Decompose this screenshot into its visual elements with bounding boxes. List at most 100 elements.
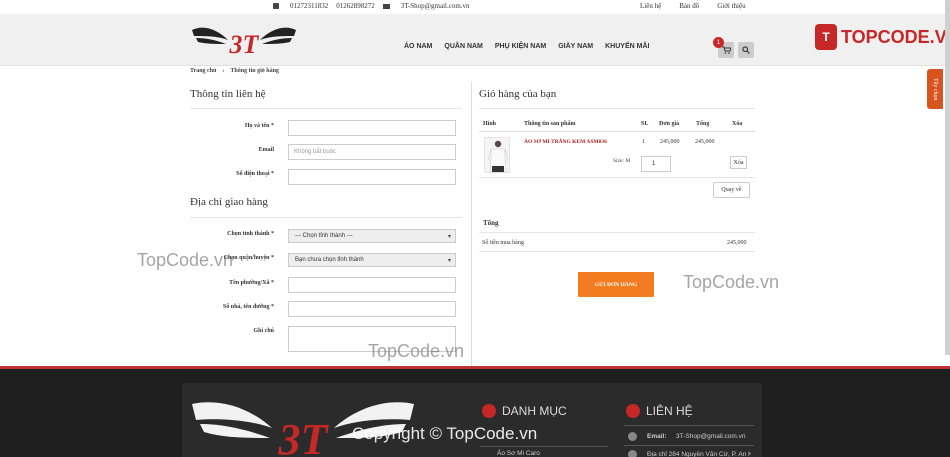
col-remove: Xóa <box>732 121 743 127</box>
back-button[interactable]: Quay về <box>713 182 750 198</box>
nav-giay-nam[interactable]: GIÀY NAM <box>558 43 593 50</box>
mail-icon <box>382 3 390 9</box>
remove-item-button[interactable]: Xóa <box>730 156 747 169</box>
header: 3T ÁO NAM QUẦN NAM PHỤ KIỆN NAM GIÀY NAM… <box>0 14 950 66</box>
phone-label: Số điện thoại * <box>236 171 274 177</box>
city-select-value: --- Chọn tỉnh thành --- <box>295 233 353 239</box>
district-select-value: Bạn chưa chọn tỉnh thành <box>295 257 364 263</box>
divider <box>190 217 462 218</box>
watermark: TopCode.vn <box>368 341 465 361</box>
footer-category-heading: DANH MỤC <box>482 404 567 418</box>
city-select[interactable]: --- Chọn tỉnh thành --- ▾ <box>288 229 456 243</box>
footer-divider <box>624 425 754 426</box>
ward-input[interactable] <box>288 277 456 293</box>
cart-section-title: Giỏ hàng của bạn <box>479 88 557 100</box>
nav-ao-nam[interactable]: ÁO NAM <box>404 43 432 50</box>
name-input[interactable] <box>288 120 456 136</box>
phone-1: 01272311832 <box>290 2 329 10</box>
shirt-model-image <box>487 140 509 173</box>
nav-khuyen-mai[interactable]: KHUYẾN MÃI <box>605 43 649 50</box>
nav-phu-kien-nam[interactable]: PHỤ KIỆN NAM <box>495 43 546 50</box>
contact-section-title: Thông tin liên hệ <box>190 88 266 100</box>
total-label: Số tiền mua hàng <box>482 240 524 246</box>
phone-2: 01262898272 <box>336 2 375 10</box>
footer-category-title: DANH MỤC <box>502 404 567 418</box>
email-label: Email <box>258 147 274 153</box>
logo-text: 3T <box>229 30 260 58</box>
divider <box>479 232 755 233</box>
brand-mark: T <box>815 24 837 50</box>
quantity-input[interactable]: 1 <box>641 156 671 172</box>
breadcrumb-current: Thông tin giỏ hàng <box>230 68 279 74</box>
top-email[interactable]: 3T-Shop@gmail.com.vn <box>401 2 470 10</box>
breadcrumb: Trang chủ › Thông tin giỏ hàng <box>190 68 279 74</box>
col-product-info: Thông tin sản phẩm <box>524 121 576 127</box>
footer-divider <box>480 446 608 447</box>
district-select[interactable]: Bạn chưa chọn tỉnh thành ▾ <box>288 253 456 267</box>
col-qty: SL <box>641 121 649 127</box>
side-tab[interactable]: Tây chọn <box>927 69 943 109</box>
divider <box>479 177 755 178</box>
cart-count-badge: 1 <box>713 37 724 48</box>
nav-quan-nam[interactable]: QUẦN NAM <box>444 43 483 50</box>
breadcrumb-separator: › <box>222 68 225 74</box>
chevron-down-icon: ▾ <box>447 258 451 264</box>
name-label: Họ và tên * <box>244 123 274 129</box>
footer-category-item[interactable]: Áo Sơ Mi Caro <box>497 450 540 457</box>
list-icon <box>482 404 496 418</box>
col-image: Hình <box>483 121 497 127</box>
street-input[interactable] <box>288 301 456 317</box>
footer-contact-title: LIÊN HỆ <box>646 404 693 418</box>
divider <box>479 108 755 109</box>
footer-logo-text: 3T <box>278 415 330 457</box>
cart-table-header: Hình Thông tin sản phẩm SL Đơn giá Tổng … <box>479 118 755 132</box>
watermark-copyright: Copyright © TopCode.vn <box>352 424 538 443</box>
footer-address: Địa chỉ 284 Nguyễn Văn Cừ, P. An Hòa <box>647 451 751 457</box>
email-icon <box>628 432 637 441</box>
item-qty: 1 <box>642 139 645 145</box>
mail-icon <box>626 404 640 418</box>
column-divider <box>471 82 472 368</box>
brand-text: TOPCODE.VN <box>841 26 950 47</box>
top-contact: 01272311832 01262898272 3T-Shop@gmail.co… <box>273 2 470 10</box>
city-label: Chọn tỉnh thành * <box>227 231 274 237</box>
cart-icon <box>721 46 731 54</box>
submit-order-button[interactable]: GỬI ĐƠN HÀNG <box>578 272 654 297</box>
product-image[interactable] <box>484 137 510 173</box>
watermark: TopCode.vn <box>137 250 234 270</box>
footer-divider <box>624 445 754 446</box>
footer-contact-heading: LIÊN HỆ <box>626 404 693 418</box>
page: 01272311832 01262898272 3T-Shop@gmail.co… <box>0 0 950 457</box>
col-unit-price: Đơn giá <box>659 121 680 127</box>
main-nav: ÁO NAM QUẦN NAM PHỤ KIỆN NAM GIÀY NAM KH… <box>404 43 649 50</box>
col-total: Tổng <box>696 121 710 127</box>
scrollbar[interactable] <box>945 0 950 355</box>
address-section-title: Địa chỉ giao hàng <box>190 196 268 208</box>
link-lien-he[interactable]: Liên hệ <box>640 2 661 10</box>
link-gioi-thieu[interactable]: Giới thiệu <box>717 2 745 10</box>
breadcrumb-home[interactable]: Trang chủ <box>190 68 216 74</box>
top-links: Liên hệ Bản đồ Giới thiệu <box>640 2 746 10</box>
top-bar: 01272311832 01262898272 3T-Shop@gmail.co… <box>0 0 950 14</box>
location-icon <box>628 450 637 457</box>
search-button[interactable] <box>738 42 754 58</box>
footer-email-label: Email: <box>647 433 667 440</box>
chevron-down-icon: ▾ <box>447 234 451 240</box>
email-input[interactable]: Không bắt buộc <box>288 144 456 160</box>
divider <box>479 251 755 252</box>
topcode-brand: T TOPCODE.VN <box>815 22 950 52</box>
item-size: Size: M <box>613 158 631 164</box>
link-ban-do[interactable]: Bản đồ <box>679 2 699 10</box>
total-title: Tổng <box>483 219 499 227</box>
note-label: Ghi chú <box>253 328 274 334</box>
total-value: 245,000 <box>727 240 747 246</box>
item-price: 245,000 <box>660 139 680 145</box>
phone-icon <box>273 3 279 9</box>
street-label: Số nhà, tên đường * <box>222 304 274 310</box>
site-logo[interactable]: 3T <box>190 22 298 58</box>
phone-input[interactable] <box>288 169 456 185</box>
footer-email-value[interactable]: 3T-Shop@gmail.com.vn <box>676 433 745 440</box>
product-name-link[interactable]: ÁO SƠ MI TRẮNG KEM ASM836 <box>524 139 607 145</box>
divider <box>190 108 462 109</box>
watermark: TopCode.vn <box>683 272 780 292</box>
